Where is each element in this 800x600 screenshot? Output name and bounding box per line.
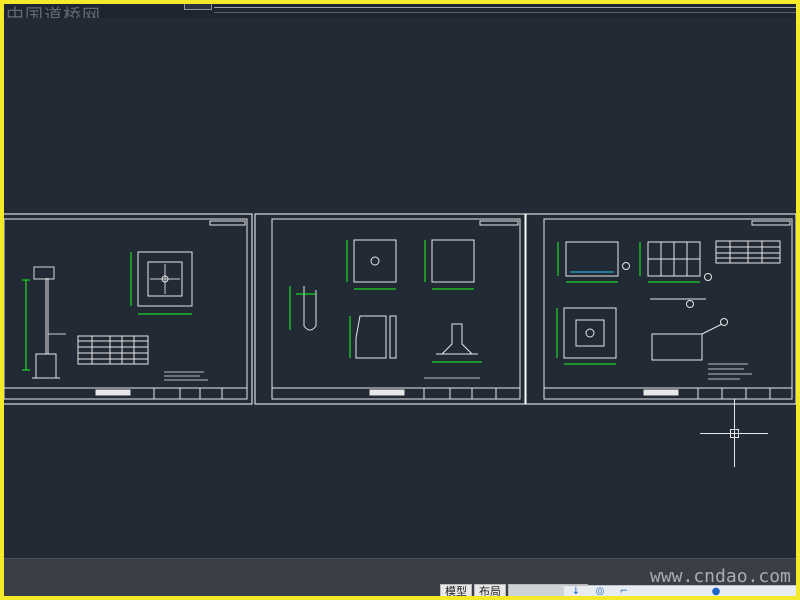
- title-strip: [4, 4, 796, 19]
- ribbon-edge-lower: [214, 12, 796, 13]
- polar-icon[interactable]: ●: [710, 586, 722, 596]
- ribbon-edge: [214, 7, 796, 8]
- drawing-sheets: [4, 213, 796, 405]
- sheet-3[interactable]: [525, 213, 796, 405]
- ortho-icon[interactable]: ⌐: [618, 586, 630, 596]
- tab-layout[interactable]: 布局: [474, 584, 506, 596]
- document-tab[interactable]: [184, 4, 212, 10]
- application-window: 中国道桥网 模型 布局 ↓ ◎ ⌐ ●: [4, 4, 796, 596]
- snap-icon[interactable]: ↓: [570, 586, 582, 596]
- sheet-1[interactable]: [4, 213, 253, 405]
- sheet-2[interactable]: [254, 213, 526, 405]
- pickbox: [730, 429, 739, 438]
- watermark-bottom: www.cndao.com: [650, 566, 791, 587]
- tab-model[interactable]: 模型: [440, 584, 472, 596]
- drawing-canvas[interactable]: [4, 18, 796, 558]
- grid-icon[interactable]: ◎: [594, 586, 606, 596]
